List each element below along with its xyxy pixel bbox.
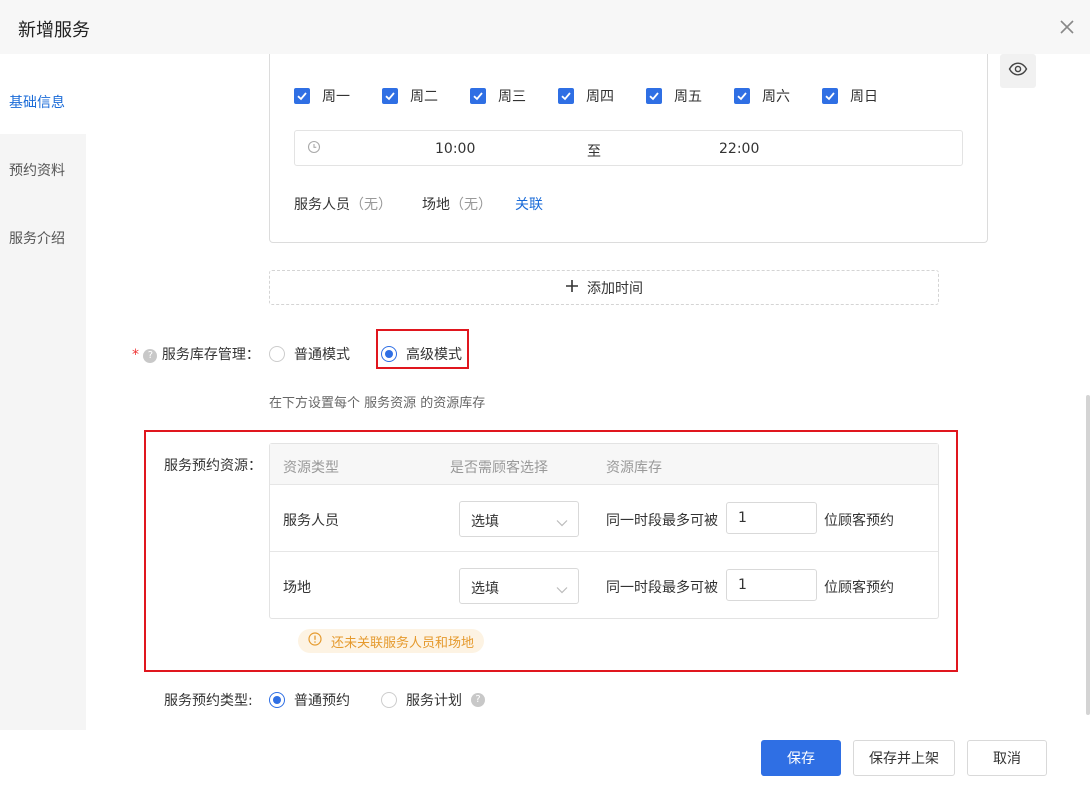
check-icon (382, 88, 398, 104)
radio-normal-booking[interactable] (269, 692, 285, 708)
time-range-picker[interactable]: 10:00 至 22:00 (294, 130, 963, 166)
help-icon[interactable]: ? (143, 349, 158, 363)
weekday-label: 周二 (410, 89, 438, 105)
sidebar-background (0, 134, 86, 730)
weekday-checkbox-tue[interactable]: 周二 (382, 86, 438, 106)
check-icon (734, 88, 750, 104)
weekday-label: 周三 (498, 89, 526, 105)
warning-text: 还未关联服务人员和场地 (331, 635, 475, 651)
table-header: 资源类型 是否需顾客选择 资源库存 (270, 444, 938, 485)
eye-icon (1008, 62, 1028, 80)
weekday-label: 周六 (762, 89, 790, 105)
radio-label: 普通模式 (294, 347, 350, 363)
warning-badge: 还未关联服务人员和场地 (298, 629, 485, 653)
new-service-dialog: 新增服务 基础信息 预约资料 服务介绍 周一 周二 周三 周四 周五 周六 周日 (0, 0, 1090, 807)
stock-suffix: 位顾客预约 (824, 580, 894, 596)
check-icon (558, 88, 574, 104)
scrollbar[interactable] (1086, 395, 1090, 715)
close-icon[interactable] (1058, 18, 1076, 36)
stock-prefix: 同一时段最多可被 (606, 580, 718, 596)
venue-summary: 场地（无） (422, 194, 492, 214)
stock-input[interactable] (726, 502, 817, 534)
stock-suffix: 位顾客预约 (824, 513, 894, 529)
staff-summary: 服务人员（无） (294, 194, 392, 214)
table-row: 服务人员 选填 同一时段最多可被 位顾客预约 (270, 485, 938, 552)
stock-input[interactable] (726, 569, 817, 601)
time-separator: 至 (587, 144, 601, 160)
required-mark: * (132, 347, 139, 363)
warning-icon (308, 632, 322, 650)
booking-type-normal[interactable]: 普通预约 (269, 690, 350, 710)
add-time-button[interactable]: 添加时间 (269, 270, 939, 305)
highlight-box-advanced-mode (376, 329, 469, 369)
header-stock: 资源库存 (606, 460, 662, 476)
table-row: 场地 选填 同一时段最多可被 位顾客预约 (270, 552, 938, 619)
weekday-label: 周四 (586, 89, 614, 105)
resource-type: 服务人员 (283, 513, 339, 529)
header-resource-type: 资源类型 (283, 460, 339, 476)
link-resources-link[interactable]: 关联 (515, 194, 543, 214)
venue-label: 场地 (422, 197, 450, 213)
select-value: 选填 (471, 581, 499, 597)
save-and-publish-button[interactable]: 保存并上架 (853, 740, 955, 776)
header-customer-choice: 是否需顾客选择 (450, 460, 548, 476)
staff-label: 服务人员 (294, 197, 350, 213)
booking-type-plan[interactable]: 服务计划 ? (381, 690, 485, 710)
add-time-label: 添加时间 (587, 280, 643, 297)
weekday-checkbox-sat[interactable]: 周六 (734, 86, 790, 106)
select-value: 选填 (471, 514, 499, 530)
radio-normal-mode[interactable] (269, 346, 285, 362)
stock-prefix: 同一时段最多可被 (606, 513, 718, 529)
chevron-down-icon (556, 582, 568, 598)
booking-type-label: 服务预约类型: (164, 693, 253, 709)
chevron-down-icon (556, 515, 568, 531)
weekday-checkbox-wed[interactable]: 周三 (470, 86, 526, 106)
resources-table: 资源类型 是否需顾客选择 资源库存 服务人员 选填 同一时段最多可被 位顾客预约… (269, 443, 939, 619)
sidebar-item-basic-info[interactable]: 基础信息 (9, 92, 65, 112)
customer-choice-select[interactable]: 选填 (459, 501, 579, 537)
weekday-checkbox-fri[interactable]: 周五 (646, 86, 702, 106)
save-button[interactable]: 保存 (761, 740, 841, 776)
help-icon[interactable]: ? (471, 693, 485, 707)
clock-icon (307, 140, 321, 158)
radio-service-plan[interactable] (381, 692, 397, 708)
dialog-header: 新增服务 (0, 0, 1090, 54)
check-icon (470, 88, 486, 104)
inventory-label-text: 服务库存管理： (161, 347, 260, 363)
weekday-checkbox-mon[interactable]: 周一 (294, 86, 350, 106)
check-icon (294, 88, 310, 104)
inventory-label: * ? 服务库存管理： (132, 344, 260, 364)
sidebar-item-service-intro[interactable]: 服务介绍 (9, 228, 65, 248)
resource-type: 场地 (283, 580, 311, 596)
inventory-hint: 在下方设置每个 服务资源 的资源库存 (269, 396, 486, 411)
cancel-button[interactable]: 取消 (967, 740, 1047, 776)
weekday-checkbox-thu[interactable]: 周四 (558, 86, 614, 106)
time-end[interactable]: 22:00 (719, 141, 759, 157)
check-icon (822, 88, 838, 104)
sidebar: 基础信息 预约资料 服务介绍 (0, 54, 86, 730)
check-icon (646, 88, 662, 104)
customer-choice-select[interactable]: 选填 (459, 568, 579, 604)
radio-label: 服务计划 (406, 693, 462, 709)
inventory-mode-normal[interactable]: 普通模式 (269, 344, 350, 364)
weekday-checkbox-sun[interactable]: 周日 (822, 86, 878, 106)
staff-value: （无） (350, 197, 392, 213)
sidebar-item-booking-info[interactable]: 预约资料 (9, 160, 65, 180)
weekday-label: 周一 (322, 89, 350, 105)
radio-label: 普通预约 (294, 693, 350, 709)
venue-value: （无） (450, 197, 492, 213)
plus-icon (565, 279, 579, 297)
weekday-label: 周日 (850, 89, 878, 105)
time-start[interactable]: 10:00 (435, 141, 475, 157)
resources-label: 服务预约资源： (164, 458, 262, 474)
dialog-title: 新增服务 (18, 20, 90, 41)
weekday-label: 周五 (674, 89, 702, 105)
preview-button[interactable] (1000, 54, 1036, 88)
